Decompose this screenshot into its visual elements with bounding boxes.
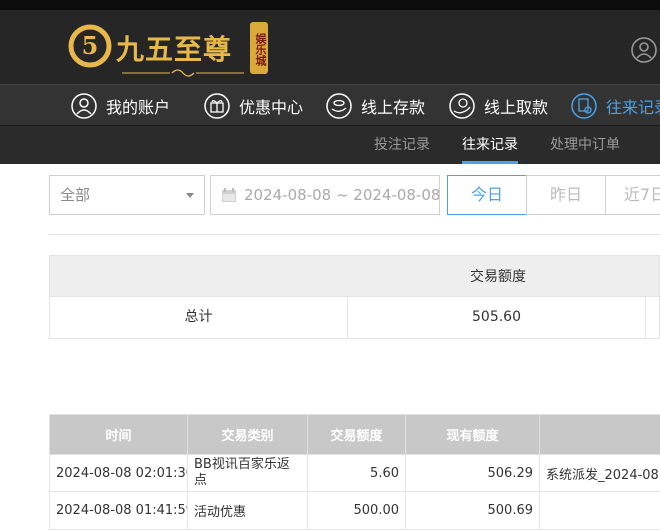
cell-time: 2024-08-08 02:01:30	[50, 455, 188, 492]
nav-item-label: 我的账户	[106, 94, 170, 118]
col-note	[540, 415, 660, 455]
sub-nav: 投注记录 往来记录 处理中订单	[0, 126, 660, 164]
nav-item-deposit[interactable]: 线上存款	[325, 85, 425, 127]
tab-transaction-records[interactable]: 往来记录	[462, 126, 518, 164]
divider	[49, 234, 660, 235]
cell-amount: 500.00	[308, 492, 406, 530]
transaction-type-select[interactable]: 全部	[49, 175, 205, 215]
cell-amount: 5.60	[308, 455, 406, 492]
select-value: 全部	[60, 186, 90, 204]
date-range-input[interactable]: 2024-08-08 ~ 2024-08-08	[210, 175, 440, 215]
brand-badge: 娱乐城	[250, 22, 268, 74]
nav-item-label: 线上存款	[361, 94, 425, 118]
logo-emblem-icon: 5	[68, 24, 112, 68]
deposit-icon	[325, 92, 353, 120]
tab-label: 往来记录	[462, 137, 518, 153]
withdraw-icon	[448, 92, 476, 120]
calendar-icon	[221, 187, 237, 203]
nav-item-label: 线上取款	[484, 94, 548, 118]
table-row: 2024-08-08 02:01:30 BB视讯百家乐返点 5.60 506.2…	[50, 455, 660, 492]
summary-header: 交易额度	[49, 255, 660, 297]
cell-time: 2024-08-08 01:41:59	[50, 492, 188, 530]
cell-note	[540, 492, 660, 530]
col-time: 时间	[50, 415, 188, 455]
cell-balance: 506.29	[406, 455, 540, 492]
main-nav: 我的账户 优惠中心 线上存款 线上取款 往来记录	[0, 84, 660, 126]
tab-bet-records[interactable]: 投注记录	[374, 126, 430, 164]
col-type: 交易类别	[188, 415, 308, 455]
col-balance: 现有额度	[406, 415, 540, 455]
last-7-days-button[interactable]: 近7日	[605, 175, 660, 215]
chevron-down-icon	[186, 193, 194, 198]
cell-type: BB视讯百家乐返点	[188, 455, 308, 492]
nav-item-promotions[interactable]: 优惠中心	[203, 85, 303, 127]
summary-total-label: 总计	[50, 297, 348, 338]
brand-logo[interactable]: 5 九五至尊 娱乐城	[68, 20, 270, 84]
account-avatar-icon[interactable]	[630, 36, 658, 64]
summary-table: 交易额度 总计 505.60	[49, 255, 660, 339]
gift-icon	[203, 92, 231, 120]
col-amount: 交易额度	[308, 415, 406, 455]
nav-item-withdraw[interactable]: 线上取款	[448, 85, 548, 127]
transactions-table: 时间 交易类别 交易额度 现有额度 2024-08-08 02:01:30 BB…	[49, 414, 660, 530]
user-icon	[70, 92, 98, 120]
flourish-ornament-icon	[122, 68, 244, 78]
active-tab-indicator	[462, 161, 518, 164]
tab-pending-orders[interactable]: 处理中订单	[550, 126, 620, 164]
yesterday-button[interactable]: 昨日	[526, 175, 606, 215]
brand-name: 九五至尊	[116, 28, 232, 68]
summary-row: 总计 505.60	[49, 297, 660, 339]
today-button[interactable]: 今日	[447, 175, 527, 215]
summary-total-value: 505.60	[348, 297, 646, 338]
records-icon	[570, 92, 598, 120]
logo-digit: 5	[82, 31, 99, 60]
top-strip	[0, 0, 660, 10]
nav-item-account[interactable]: 我的账户	[70, 85, 170, 127]
cell-note: 系统派发_2024-08	[540, 455, 660, 492]
nav-item-label: 往来记录	[606, 94, 660, 118]
cell-balance: 500.69	[406, 492, 540, 530]
nav-item-records[interactable]: 往来记录	[570, 85, 660, 127]
date-range-value: 2024-08-08 ~ 2024-08-08	[244, 186, 440, 204]
table-row: 2024-08-08 01:41:59 活动优惠 500.00 500.69	[50, 492, 660, 530]
site-header: 5 九五至尊 娱乐城	[0, 10, 660, 84]
cell-type: 活动优惠	[188, 492, 308, 530]
summary-header-label: 交易额度	[470, 256, 526, 298]
table-header-row: 时间 交易类别 交易额度 现有额度	[50, 415, 660, 455]
nav-item-label: 优惠中心	[239, 94, 303, 118]
